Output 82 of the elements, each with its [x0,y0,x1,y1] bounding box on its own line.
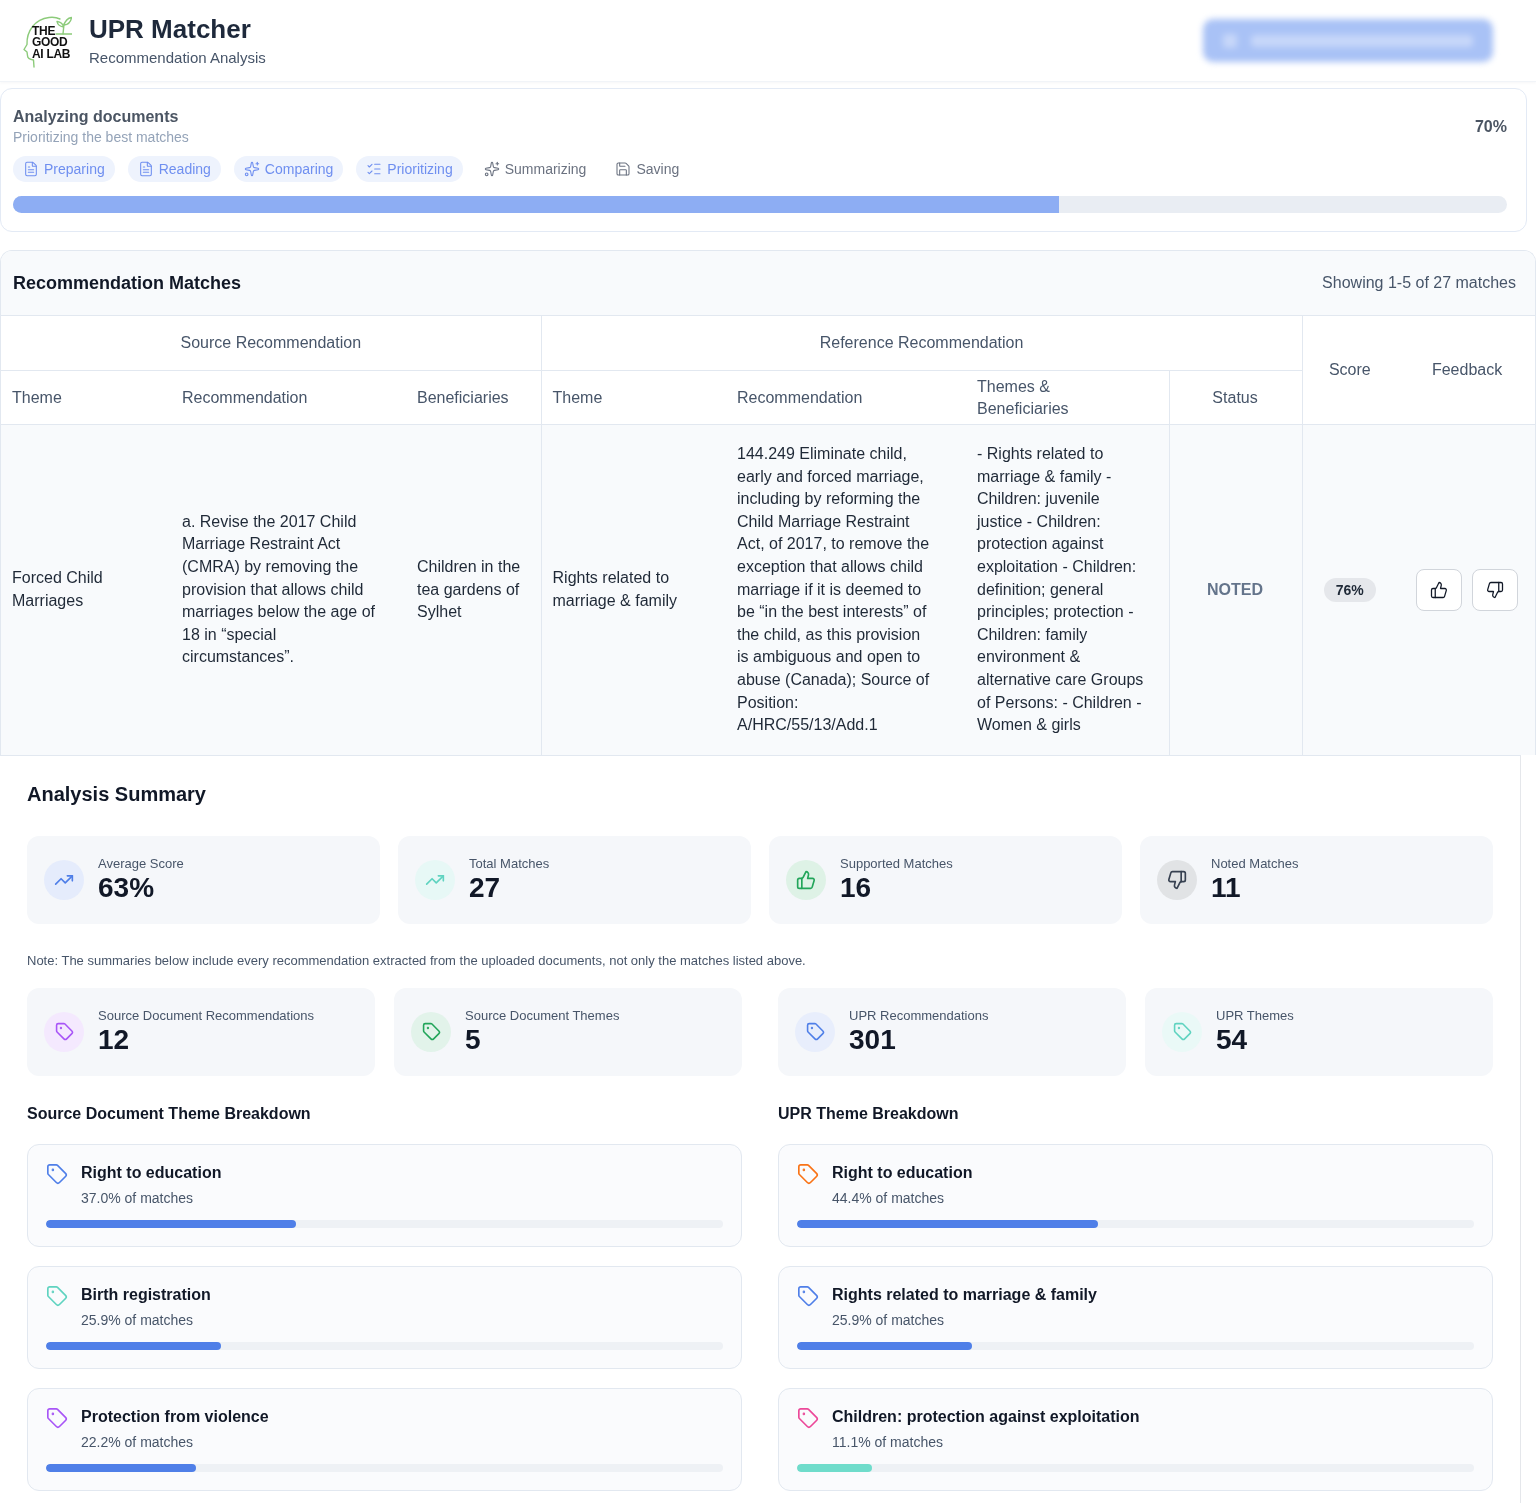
progress-title: Analyzing documents [13,107,180,127]
stat-label: Source Document Themes [465,1007,620,1024]
theme-share: 25.9% of matches [81,1310,195,1330]
column-header: Beneficiaries [406,370,541,425]
thumbs-down-button[interactable] [1472,568,1519,611]
table-cell: 144.249 Eliminate child, early and forced marriage, including by reforming the Child Marriage Restraint Act, of 2017, to remove the exception that allows child marriage if it is deemed to be “in the best interests” of the child, as this provision is ambiguous and open to abuse (Canada); Source of Position: A/HRC/55/13/Add.1 [726,424,966,755]
stat-label: Noted Matches [1211,855,1299,872]
summary-note: Note: The summaries below include every recommendation extracted from the uploaded documents, not only the matches listed above. [27,951,807,970]
tag-icon [44,1011,84,1052]
column-header: Recommendation [726,370,966,425]
logo-text: THE GOOD AI LAB [32,25,71,60]
theme-share: 22.2% of matches [81,1432,195,1452]
theme-name: Children: protection against exploitation [832,1406,1140,1427]
stat-label: Supported Matches [840,855,953,872]
tag-icon [795,1011,835,1052]
stat-value: 301 [849,1023,897,1056]
column-header: Theme [1,370,171,425]
column-header: Recommendation [171,370,406,425]
breakdown-heading: UPR Theme Breakdown [778,1103,960,1124]
step-label: Comparing [264,161,334,177]
trend-up-icon [44,859,84,900]
summary-title: Analysis Summary [27,781,207,807]
sparkles-icon [243,161,260,177]
sparkles-icon [483,161,500,177]
stat-value: 16 [840,871,873,904]
table-cell: Rights related to marriage & family [541,424,726,755]
thumbs-up-icon [786,859,826,900]
thumbs-up-button[interactable] [1416,568,1463,611]
breakdown-heading: Source Document Theme Breakdown [27,1103,312,1124]
score-badge: 76% [1323,577,1376,602]
column-header: Score [1302,315,1399,425]
theme-name: Birth registration [81,1284,211,1305]
thumbs-down-icon [1486,580,1505,599]
document-icon [137,161,154,177]
thumbs-up-icon [1430,580,1449,599]
step-label: Saving [636,161,680,177]
theme-share: 25.9% of matches [832,1310,946,1330]
stat-value: 11 [1211,871,1242,904]
status-cell: NOTED [1169,424,1303,755]
stat-value: 54 [1216,1023,1249,1056]
panel-title: Recommendation Matches [13,272,242,294]
stat-label: Total Matches [469,855,550,872]
stat-label: UPR Themes [1216,1007,1294,1024]
theme-name: Protection from violence [81,1406,269,1427]
theme-name: Right to education [81,1162,222,1183]
stat-label: UPR Recommendations [849,1007,989,1024]
step-label: Preparing [44,161,105,177]
theme-name: Right to education [832,1162,973,1183]
stat-value: 12 [98,1023,131,1056]
step-label: Prioritizing [387,161,453,177]
trend-up-icon [415,859,455,900]
thumbs-down-icon [1157,859,1197,900]
step-label: Summarizing [504,161,587,177]
column-group-header: Reference Recommendation [541,315,1303,371]
table-cell: - Rights related to marriage & family - Children: juvenile justice - Children: protection against exploitation - Children: definition; general principles; protection - Children: family environment & alternative care Groups of Persons: - Children - Women & girls [966,424,1169,755]
stat-value: 63% [98,871,156,904]
theme-name: Rights related to marriage & family [832,1284,1097,1305]
theme-share: 37.0% of matches [81,1188,195,1208]
checklist-icon [366,161,383,177]
table-cell: Children in the tea gardens of Sylhet [406,424,541,755]
tag-icon [1162,1011,1202,1052]
table-cell: a. Revise the 2017 Child Marriage Restraint Act (CMRA) by removing the provision that allows child marriages below the age of 18 in “special circumstances”. [171,424,406,755]
app-subtitle: Recommendation Analysis [89,48,266,68]
progress-subtitle: Prioritizing the best matches [13,128,189,147]
theme-share: 11.1% of matches [832,1432,945,1452]
stat-label: Source Document Recommendations [98,1007,315,1024]
match-count: Showing 1-5 of 27 matches [1322,274,1516,292]
progress-percent: 70% [1474,117,1507,136]
stat-value: 27 [469,871,502,904]
theme-share: 44.4% of matches [832,1188,946,1208]
column-group-header: Source Recommendation [1,315,541,371]
stat-label: Average Score [98,855,184,872]
column-header: Themes & Beneficiaries [966,370,1169,425]
step-label: Reading [158,161,211,177]
tag-icon [411,1011,451,1052]
document-icon [23,161,39,177]
column-header: Theme [541,370,726,425]
table-cell: Forced Child Marriages [1,424,171,755]
stat-value: 5 [465,1023,482,1056]
column-header: Status [1169,370,1303,425]
app-title: UPR Matcher [89,13,252,45]
column-header: Feedback [1398,315,1535,425]
